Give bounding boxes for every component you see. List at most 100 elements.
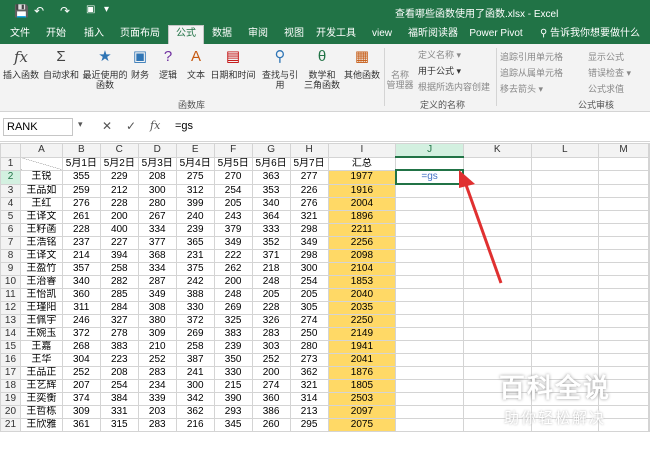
cell[interactable] xyxy=(598,274,649,289)
date-time-button[interactable]: ▤ 日期和时间 xyxy=(210,46,256,80)
row-header[interactable]: 11 xyxy=(0,287,21,302)
cell[interactable]: 326 xyxy=(251,313,291,328)
tab-page-layout[interactable]: 页面布局 xyxy=(118,26,162,44)
column-header-a[interactable]: A xyxy=(19,143,63,158)
cell[interactable]: 246 xyxy=(61,313,101,328)
cell[interactable]: 360 xyxy=(61,287,101,302)
lookup-reference-button[interactable]: ⚲ 查找与引用 xyxy=(258,46,302,90)
tab-file[interactable]: 文件 xyxy=(6,26,34,44)
cell[interactable]: 273 xyxy=(289,352,329,367)
tab-view[interactable]: 视图 xyxy=(280,26,308,44)
cell[interactable]: 334 xyxy=(137,261,177,276)
cell[interactable]: 364 xyxy=(251,209,291,224)
cell[interactable]: 268 xyxy=(61,339,101,354)
cell[interactable]: 239 xyxy=(213,339,253,354)
cell[interactable] xyxy=(648,261,650,276)
cell[interactable]: 汇总 xyxy=(327,156,397,171)
row-header[interactable]: 5 xyxy=(0,209,21,224)
cell[interactable]: 399 xyxy=(175,196,215,211)
cell[interactable]: 王哲栋 xyxy=(19,404,63,419)
cell[interactable]: 213 xyxy=(289,404,329,419)
cell[interactable] xyxy=(395,196,464,211)
cell[interactable] xyxy=(530,339,600,354)
cell[interactable]: 309 xyxy=(61,404,101,419)
cell[interactable]: 王籽菡 xyxy=(19,222,63,237)
cell[interactable]: 362 xyxy=(175,404,215,419)
cell[interactable]: 1977 xyxy=(327,169,397,185)
cell[interactable]: 2503 xyxy=(327,391,397,406)
cell[interactable] xyxy=(462,352,532,367)
cell[interactable]: 309 xyxy=(137,326,177,341)
cell[interactable]: 283 xyxy=(251,326,291,341)
cell[interactable]: 231 xyxy=(175,248,215,263)
cell[interactable]: 394 xyxy=(99,248,139,263)
cell[interactable]: 205 xyxy=(213,196,253,211)
cell[interactable]: 353 xyxy=(251,183,291,198)
cell[interactable] xyxy=(395,261,464,276)
column-header-c[interactable]: C xyxy=(99,143,139,158)
cell[interactable]: 321 xyxy=(289,378,329,393)
cell[interactable] xyxy=(598,235,649,250)
cell[interactable]: 228 xyxy=(61,222,101,237)
column-header-d[interactable]: D xyxy=(137,143,177,158)
cell[interactable]: 210 xyxy=(137,339,177,354)
cell[interactable]: 321 xyxy=(289,209,329,224)
cell[interactable]: 365 xyxy=(175,235,215,250)
cell[interactable]: 2075 xyxy=(327,417,397,432)
cell[interactable]: 228 xyxy=(251,300,291,315)
cell[interactable] xyxy=(648,156,650,171)
cell[interactable]: 274 xyxy=(251,378,291,393)
cell[interactable]: 283 xyxy=(137,365,177,380)
column-header-j[interactable]: J xyxy=(395,143,464,158)
cell[interactable]: 275 xyxy=(175,169,215,185)
formula-input[interactable]: =gs xyxy=(175,118,645,136)
cell[interactable]: 267 xyxy=(137,209,177,224)
cell[interactable]: 372 xyxy=(175,313,215,328)
cell[interactable]: 227 xyxy=(99,235,139,250)
row-header[interactable]: 1 xyxy=(0,156,21,171)
cell[interactable]: 355 xyxy=(61,169,101,185)
cell[interactable] xyxy=(395,209,464,224)
cell[interactable]: 5月3日 xyxy=(137,156,177,171)
cell[interactable]: 387 xyxy=(175,352,215,367)
cell[interactable]: 340 xyxy=(251,196,291,211)
cell[interactable]: 325 xyxy=(213,313,253,328)
cell[interactable]: 285 xyxy=(99,287,139,302)
cell[interactable] xyxy=(648,326,650,341)
tab-insert[interactable]: 插入 xyxy=(80,26,108,44)
cell[interactable]: 2149 xyxy=(327,326,397,341)
cell[interactable]: 327 xyxy=(99,313,139,328)
cell[interactable]: 248 xyxy=(251,274,291,289)
cell[interactable] xyxy=(648,287,650,302)
cell[interactable]: 2104 xyxy=(327,261,397,276)
cell[interactable]: 340 xyxy=(61,274,101,289)
name-box[interactable]: RANK xyxy=(3,118,73,136)
cell[interactable]: 212 xyxy=(99,183,139,198)
tab-home[interactable]: 开始 xyxy=(42,26,70,44)
cell[interactable] xyxy=(395,287,464,302)
cell[interactable]: 300 xyxy=(289,261,329,276)
cell[interactable]: 276 xyxy=(289,196,329,211)
cell[interactable] xyxy=(598,183,649,198)
column-header-e[interactable]: E xyxy=(175,143,215,158)
cell[interactable]: 252 xyxy=(137,352,177,367)
cell[interactable]: 234 xyxy=(137,378,177,393)
cell[interactable]: 300 xyxy=(175,378,215,393)
cell[interactable]: 2041 xyxy=(327,352,397,367)
cell[interactable] xyxy=(395,404,464,419)
cell[interactable]: 王艺辉 xyxy=(19,378,63,393)
cancel-icon[interactable]: ✕ xyxy=(102,119,112,133)
cell[interactable] xyxy=(395,339,464,354)
active-cell-j2[interactable]: =gs xyxy=(394,169,465,185)
tab-formulas[interactable]: 公式 xyxy=(168,25,204,44)
row-header[interactable]: 20 xyxy=(0,404,21,419)
cell[interactable]: 277 xyxy=(289,169,329,185)
cell[interactable]: 王华 xyxy=(19,352,63,367)
cell[interactable]: 1805 xyxy=(327,378,397,393)
cell[interactable]: 2211 xyxy=(327,222,397,237)
cell[interactable]: 208 xyxy=(99,365,139,380)
cell[interactable]: 384 xyxy=(99,391,139,406)
cell[interactable]: 280 xyxy=(137,196,177,211)
cell[interactable] xyxy=(530,222,600,237)
cell[interactable] xyxy=(598,313,649,328)
